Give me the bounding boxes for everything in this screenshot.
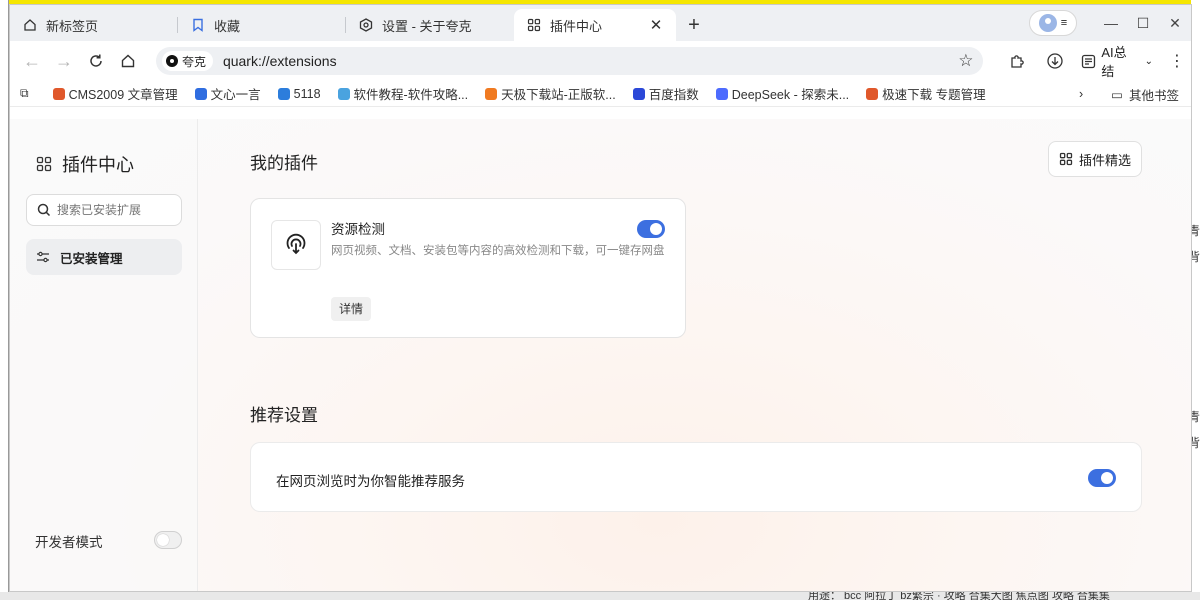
- resource-detect-icon: [271, 220, 321, 270]
- page-title: 插件中心: [36, 151, 134, 177]
- favicon-icon: [194, 87, 207, 100]
- bookmark-item[interactable]: 天极下载站-正版软...: [485, 84, 616, 103]
- chevron-down-icon: ⌄: [1144, 55, 1153, 67]
- favicon-icon: [277, 87, 290, 100]
- home-button[interactable]: [112, 45, 144, 77]
- favicon-icon: [485, 87, 498, 100]
- plugin-details-button[interactable]: 详情: [331, 297, 372, 321]
- recommend-settings-heading: 推荐设置: [250, 406, 318, 425]
- sliders-icon: [37, 251, 49, 263]
- tab-strip: 新标签页 收藏 设置 - 关于夸克 插件中心 ✕ + ≡ — ☐ ✕: [10, 5, 1191, 41]
- more-icon[interactable]: ⋮: [1169, 51, 1185, 71]
- bookmark-label: CMS2009 文章管理: [68, 88, 178, 102]
- tab-label: 收藏: [214, 18, 241, 34]
- apps-icon: [526, 17, 542, 33]
- bookmark-item[interactable]: 软件教程-软件攻略...: [337, 84, 469, 103]
- url-text[interactable]: quark://extensions: [223, 53, 337, 69]
- sidebar-title: 插件中心: [62, 155, 134, 175]
- bookmark-label: 软件教程-软件攻略...: [353, 88, 469, 102]
- plugin-description: 网页视频、文档、安装包等内容的高效检测和下载，可一键存网盘: [331, 245, 665, 257]
- bookmark-label: 百度指数: [648, 88, 699, 102]
- sidebar-item-installed[interactable]: 已安装管理: [26, 239, 182, 275]
- developer-mode-label: 开发者模式: [35, 535, 103, 550]
- bookmark-item[interactable]: 极速下载 专题管理: [866, 84, 986, 103]
- tab-extensions[interactable]: 插件中心 ✕: [514, 9, 676, 41]
- bookmark-label: 天极下载站-正版软...: [501, 88, 616, 102]
- ai-summary-label: AI总结: [1101, 45, 1127, 79]
- menu-lines-icon: ≡: [1060, 17, 1068, 29]
- bookmark-item[interactable]: 百度指数: [632, 84, 699, 103]
- sidebar-item-label: 已安装管理: [60, 251, 123, 266]
- close-window-button[interactable]: ✕: [1159, 5, 1191, 41]
- plugin-name: 资源检测: [331, 222, 385, 237]
- new-tab-button[interactable]: +: [676, 9, 712, 41]
- featured-plugins-label: 插件精选: [1078, 152, 1131, 168]
- tab-label: 新标签页: [46, 18, 99, 34]
- bookmark-item[interactable]: CMS2009 文章管理: [52, 84, 178, 103]
- quark-logo-icon: [165, 55, 178, 67]
- developer-mode-toggle[interactable]: [154, 531, 182, 549]
- favicon-icon: [632, 87, 645, 100]
- download-icon[interactable]: [1039, 45, 1071, 77]
- favicon-icon: [715, 87, 728, 100]
- ai-summary-icon: [1082, 54, 1096, 68]
- settings-icon: [358, 17, 374, 33]
- tab-bookmarks[interactable]: 收藏: [178, 9, 346, 41]
- desktop-left-edge: [0, 0, 9, 600]
- favicon-icon: [52, 87, 65, 100]
- tab-label: 设置 - 关于夸克: [382, 18, 472, 34]
- close-tab-icon[interactable]: ✕: [648, 16, 664, 34]
- engine-label: 夸克: [181, 54, 206, 69]
- maximize-button[interactable]: ☐: [1127, 5, 1159, 41]
- avatar: [1038, 14, 1057, 32]
- recommend-label: 在网页浏览时为你智能推荐服务: [276, 474, 465, 489]
- favicon-icon: [866, 87, 879, 100]
- search-box[interactable]: [26, 194, 182, 226]
- plugin-enable-toggle[interactable]: [637, 220, 665, 238]
- desktop-right-edge: [1191, 0, 1200, 600]
- bookmark-item[interactable]: 5118: [277, 86, 321, 101]
- forward-button[interactable]: →: [48, 45, 80, 77]
- bookmark-item[interactable]: DeepSeek - 探索未...: [715, 84, 850, 103]
- favicon-icon: [337, 87, 350, 100]
- recommend-toggle[interactable]: [1088, 469, 1116, 487]
- sidebar: 插件中心 已安装管理 开发者模式: [10, 119, 198, 591]
- tab-new-tab[interactable]: 新标签页: [10, 9, 178, 41]
- minimize-button[interactable]: —: [1095, 5, 1127, 41]
- bookmark-label: DeepSeek - 探索未...: [731, 88, 850, 102]
- search-input[interactable]: [57, 203, 167, 217]
- tab-settings[interactable]: 设置 - 关于夸克: [346, 9, 514, 41]
- reload-button[interactable]: [80, 45, 112, 77]
- extensions-icon[interactable]: [1001, 45, 1033, 77]
- toolbar: ← → 夸克 quark://extensions ☆ AI总结 ⌄ ⋮: [10, 41, 1191, 81]
- back-button[interactable]: ←: [16, 45, 48, 77]
- home-icon: [22, 17, 38, 33]
- featured-plugins-button[interactable]: 插件精选: [1048, 141, 1142, 177]
- bookmark-label: 5118: [293, 86, 321, 101]
- bookmark-icon: [190, 17, 206, 33]
- tab-manager-icon[interactable]: ⧉: [20, 86, 29, 101]
- bookmarks-bar: ⧉ CMS2009 文章管理 文心一言 5118 软件教程-软件攻略... 天极…: [10, 81, 1191, 107]
- recommend-settings-card: 在网页浏览时为你智能推荐服务: [250, 442, 1142, 512]
- extensions-page: 插件中心 已安装管理 开发者模式 我的插件 插件精选 资源检测 网页视频、文档、…: [10, 119, 1191, 591]
- my-plugins-heading: 我的插件: [250, 154, 318, 173]
- browser-window: 新标签页 收藏 设置 - 关于夸克 插件中心 ✕ + ≡ — ☐ ✕ ← → 夸…: [9, 4, 1192, 592]
- plugin-card: 资源检测 网页视频、文档、安装包等内容的高效检测和下载，可一键存网盘 详情: [250, 198, 686, 338]
- profile-button[interactable]: ≡: [1029, 10, 1077, 36]
- ai-summary-button[interactable]: AI总结 ⌄: [1081, 42, 1153, 80]
- star-icon[interactable]: ☆: [958, 51, 973, 71]
- search-icon: [37, 203, 51, 217]
- apps-icon: [36, 156, 52, 172]
- chevron-right-icon[interactable]: ›: [1079, 87, 1083, 101]
- bookmark-item[interactable]: 文心一言: [194, 84, 261, 103]
- folder-icon: ▭: [1111, 87, 1123, 102]
- address-bar[interactable]: 夸克 quark://extensions ☆: [155, 47, 984, 75]
- bookmark-label: 文心一言: [210, 88, 261, 102]
- other-bookmarks[interactable]: 其他书签: [1129, 85, 1179, 104]
- search-engine-chip[interactable]: 夸克: [161, 51, 213, 71]
- apps-icon: [1059, 152, 1073, 166]
- bookmark-label: 极速下载 专题管理: [882, 88, 986, 102]
- tab-label: 插件中心: [550, 18, 603, 34]
